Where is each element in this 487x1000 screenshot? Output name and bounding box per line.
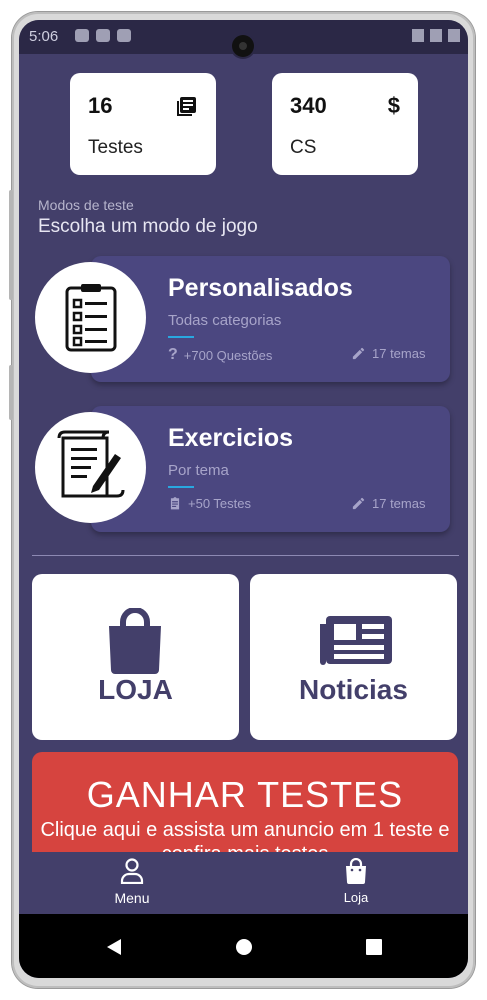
mode-meta-themes: 17 temas [351, 346, 425, 361]
section-title: Escolha um modo de jogo [38, 216, 258, 237]
mode-meta-themes: 17 temas [351, 496, 425, 511]
nav-store-label: Loja [343, 890, 369, 905]
person-icon [120, 858, 144, 885]
system-status-icons [412, 29, 460, 42]
home-icon[interactable] [235, 938, 253, 956]
section-subtitle: Modos de teste [38, 197, 134, 213]
clipboard-icon [170, 497, 180, 510]
news-card[interactable]: Noticias [250, 574, 457, 740]
dollar-icon: $ [387, 93, 400, 118]
news-label: Noticias [299, 674, 408, 705]
themes-count: 17 temas [372, 346, 426, 361]
coins-count-label: CS [290, 137, 317, 158]
power-button [9, 365, 13, 420]
clipboard-checklist-icon [65, 284, 117, 352]
accent-line [168, 486, 194, 488]
tests-count-card: 16 Testes [70, 73, 216, 175]
bottom-nav: Menu Loja [19, 852, 468, 914]
shopping-bag-icon [346, 857, 366, 884]
mode-title: Personalisados [168, 274, 353, 302]
personalised-mode-badge [35, 262, 146, 373]
coins-count-value: 340 [290, 93, 327, 118]
back-icon[interactable] [105, 938, 123, 956]
mode-subtitle: Por tema [168, 462, 229, 479]
nav-menu-label: Menu [114, 890, 150, 906]
camera-cutout [232, 35, 254, 57]
tests-count: +50 Testes [188, 496, 252, 511]
store-card[interactable]: LOJA [32, 574, 239, 740]
pencil-icon [352, 497, 365, 510]
store-label: LOJA [98, 674, 173, 705]
themes-count: 17 temas [372, 496, 426, 511]
newspaper-icon [320, 616, 392, 665]
nav-store[interactable]: Loja [326, 857, 386, 905]
coins-count-card: 340 $ CS [272, 73, 418, 175]
accent-line [168, 336, 194, 338]
mode-subtitle: Todas categorias [168, 312, 282, 329]
mode-meta-tests: +50 Testes [168, 496, 251, 511]
notification-icons [75, 29, 131, 42]
pencil-icon [352, 347, 365, 360]
earn-tests-button[interactable]: GANHAR TESTES Clique aqui e assista um a… [32, 752, 458, 862]
tests-count-label: Testes [88, 137, 143, 158]
section-divider [32, 555, 459, 556]
system-navigation-bar [19, 914, 468, 978]
earn-tests-title: GANHAR TESTES [86, 774, 404, 815]
exercises-mode-badge [35, 412, 146, 523]
mode-meta-questions: ? +700 Questões [168, 346, 272, 364]
mode-title: Exercicios [168, 424, 294, 452]
status-time: 5:06 [29, 28, 59, 45]
news-icon [174, 95, 198, 124]
recents-icon[interactable] [365, 938, 383, 956]
tests-count-value: 16 [88, 93, 113, 118]
app-screen: 5:06 16 Testes 340 $ CS Modos de teste E… [19, 20, 468, 978]
document-pen-icon [57, 430, 125, 498]
shopping-bag-icon [109, 608, 161, 674]
volume-button [9, 190, 13, 300]
questions-count: +700 Questões [183, 347, 273, 363]
nav-menu[interactable]: Menu [102, 858, 162, 906]
question-icon: ? [168, 346, 178, 363]
